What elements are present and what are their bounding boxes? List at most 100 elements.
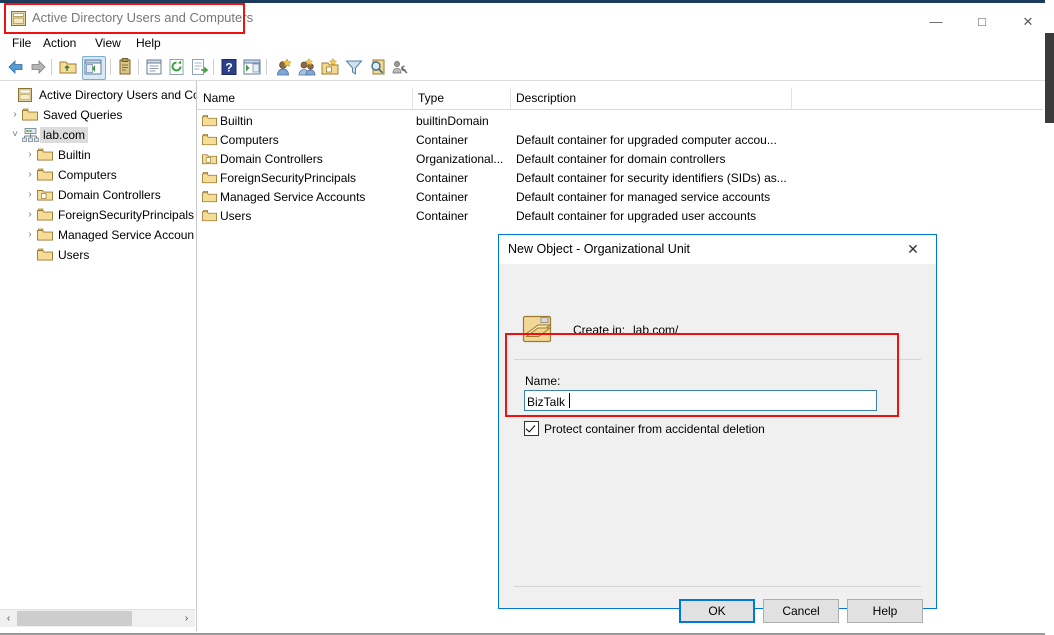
show-hide-console-tree-icon[interactable] [82,56,106,80]
scrollbar-thumb[interactable] [17,611,132,626]
tree-item-managed-service-accounts[interactable]: › Managed Service Accoun [0,225,196,245]
ou-folder-large-icon [521,313,555,345]
tree-item-label: Users [58,248,90,262]
refresh-icon[interactable] [167,57,187,77]
tree-item-label: Domain Controllers [58,188,161,202]
protect-container-checkbox[interactable] [524,421,539,436]
tree-horizontal-scrollbar[interactable]: ‹ › [0,609,195,627]
table-row[interactable]: Computers Container Default container fo… [197,131,1043,150]
table-row[interactable]: Managed Service Accounts Container Defau… [197,188,1043,207]
table-row[interactable]: Users Container Default container for up… [197,207,1043,226]
toolbar-separator [110,59,111,75]
menu-item-action[interactable]: Action [39,35,80,51]
minimize-button[interactable]: — [913,6,959,36]
column-divider[interactable] [510,88,511,109]
column-header-description[interactable]: Description [516,91,576,105]
find-user-icon[interactable] [274,57,294,77]
console-tree-pane[interactable]: Active Directory Users and Com › Saved Q… [0,81,197,631]
folder-icon [22,108,39,122]
cancel-button[interactable]: Cancel [763,599,839,623]
folder-icon [202,209,217,222]
forward-arrow-icon[interactable] [28,57,48,77]
menu-bar: File Action View Help [0,33,1045,53]
back-arrow-icon[interactable] [6,57,26,77]
scroll-right-arrow-icon[interactable]: › [178,610,195,627]
menu-item-file[interactable]: File [8,35,35,51]
folder-icon [37,148,54,162]
search-magnifier-icon[interactable] [368,57,388,77]
tree-item-label: lab.com [40,127,89,143]
name-input[interactable] [524,390,877,411]
tree-twisty[interactable]: › [8,110,22,120]
tree-item-foreignsecurityprincipals[interactable]: › ForeignSecurityPrincipals [0,205,196,225]
page-scrollbar[interactable] [1045,0,1054,635]
menu-item-help[interactable]: Help [132,35,165,51]
column-divider[interactable] [412,88,413,109]
table-row[interactable]: ForeignSecurityPrincipals Container Defa… [197,169,1043,188]
tree-item-lab-com[interactable]: ˅ lab.com [0,125,196,145]
toolbar-separator [51,59,52,75]
title-bar: Active Directory Users and Computers — □… [0,3,1045,33]
advanced-features-icon[interactable] [391,57,411,77]
properties-window-icon[interactable] [144,57,164,77]
tree-twisty[interactable]: › [23,210,37,220]
create-in-value: lab.com/ [633,323,679,337]
cell-type: Container [416,209,469,223]
cell-name: Domain Controllers [220,152,323,166]
tree-item-builtin[interactable]: › Builtin [0,145,196,165]
up-one-level-folder-icon[interactable] [58,57,78,77]
cell-name: Computers [220,133,279,147]
tree-item-users[interactable]: Users [0,245,196,265]
properties-clipboard-icon[interactable] [115,57,135,77]
tree-item-computers[interactable]: › Computers [0,165,196,185]
show-hide-action-pane-icon[interactable] [242,57,262,77]
filter-icon[interactable] [344,57,364,77]
dialog-body: Create in: lab.com/ Name: Protect contai… [499,264,936,623]
tree-twisty[interactable]: › [23,170,37,180]
scroll-left-arrow-icon[interactable]: ‹ [0,610,17,627]
column-header-type[interactable]: Type [418,91,444,105]
tree-item-active-directory-users-and-computers[interactable]: Active Directory Users and Com [0,85,196,105]
menu-item-view[interactable]: View [91,35,125,51]
console-window-icon [11,11,26,26]
maximize-button[interactable]: □ [959,6,1005,36]
ou-folder-icon [37,188,54,202]
dialog-close-button[interactable]: ✕ [892,235,934,263]
table-row[interactable]: Builtin builtinDomain [197,112,1043,131]
column-header-name[interactable]: Name [203,91,235,105]
cell-description: Default container for managed service ac… [516,190,771,204]
text-caret [569,393,570,408]
protect-container-row[interactable]: Protect container from accidental deleti… [524,421,765,436]
tree-twisty-expanded[interactable]: ˅ [8,130,22,140]
table-row[interactable]: Domain Controllers Organizational... Def… [197,150,1043,169]
folder-icon [202,190,217,203]
tree-twisty[interactable]: › [23,150,37,160]
folder-icon [202,114,217,127]
ok-button[interactable]: OK [679,599,755,623]
folder-icon [202,133,217,146]
tree-item-saved-queries[interactable]: › Saved Queries [0,105,196,125]
tree-item-label: ForeignSecurityPrincipals [58,208,195,222]
help-icon[interactable]: ? [219,57,239,77]
tree-twisty[interactable]: › [23,230,37,240]
tree-item-label: Active Directory Users and Com [39,88,196,102]
ou-folder-icon [202,152,217,165]
cell-description: Default container for security identifie… [516,171,787,185]
create-in-label: Create in: [573,323,626,337]
domain-icon [22,128,39,142]
window-title: Active Directory Users and Computers [32,10,254,25]
dialog-title-bar: New Object - Organizational Unit ✕ [499,235,936,264]
column-divider[interactable] [791,88,792,109]
cell-description: Default container for upgraded user acco… [516,209,757,223]
new-group-icon[interactable] [297,57,317,77]
export-list-icon[interactable] [190,57,210,77]
cell-type: Container [416,171,469,185]
page-scrollbar-thumb[interactable] [1045,33,1054,123]
toolbar-separator [138,59,139,75]
dialog-divider-bottom [514,586,921,587]
tree-item-domain-controllers[interactable]: › Domain Controllers [0,185,196,205]
new-organizational-unit-icon[interactable] [320,57,340,77]
help-button[interactable]: Help [847,599,923,623]
list-column-header: Name Type Description [197,88,1043,110]
tree-twisty[interactable]: › [23,190,37,200]
